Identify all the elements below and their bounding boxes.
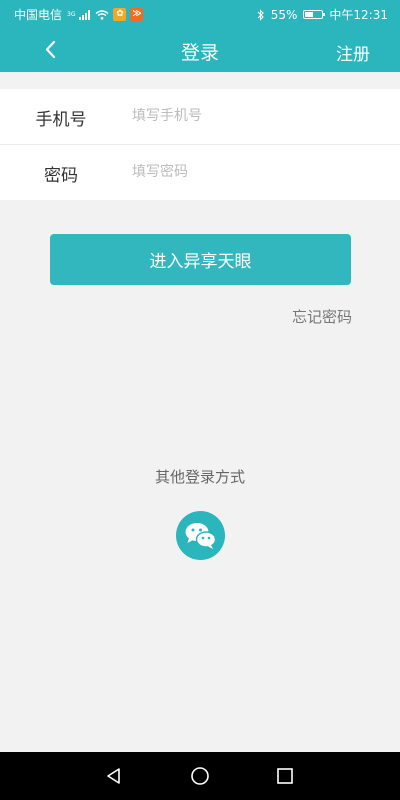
system-nav-bar [0, 752, 400, 800]
battery-percent: 55% [270, 7, 298, 22]
status-bar-left: 中国电信 3G ✿ ≫ [14, 6, 144, 23]
app-notification-icon: ≫ [130, 8, 144, 21]
wifi-icon [96, 9, 109, 20]
app-notification-icon: ✿ [113, 8, 127, 21]
phone-row: 手机号 [0, 89, 400, 144]
network-type: 3G [67, 11, 76, 18]
login-button[interactable]: 进入异享天眼 [50, 234, 351, 285]
nav-home-icon[interactable] [190, 766, 210, 786]
status-bar: 中国电信 3G ✿ ≫ 55% 中午12:31 [0, 0, 400, 28]
status-bar-right: 55% 中午12:31 [257, 6, 388, 23]
carrier-name: 中国电信 [14, 8, 63, 22]
clock: 中午12:31 [329, 8, 388, 22]
other-login-methods-label: 其他登录方式 [154, 468, 245, 486]
password-label: 密码 [44, 166, 78, 186]
wechat-login-button[interactable] [176, 511, 225, 560]
signal-icon [79, 9, 91, 20]
bluetooth-icon [257, 8, 264, 21]
battery-icon [303, 10, 326, 19]
forgot-password-link[interactable]: 忘记密码 [292, 306, 352, 327]
login-form: 手机号 密码 [0, 89, 400, 200]
phone-label: 手机号 [35, 110, 87, 130]
register-button[interactable]: 注册 [336, 40, 370, 65]
nav-recents-icon[interactable] [275, 766, 295, 786]
password-row: 密码 [0, 144, 400, 200]
wechat-icon [185, 523, 217, 549]
phone-input[interactable] [132, 103, 372, 129]
app-bar: 登录 注册 [0, 28, 400, 72]
password-input[interactable] [132, 159, 372, 185]
nav-back-icon[interactable] [104, 766, 124, 786]
